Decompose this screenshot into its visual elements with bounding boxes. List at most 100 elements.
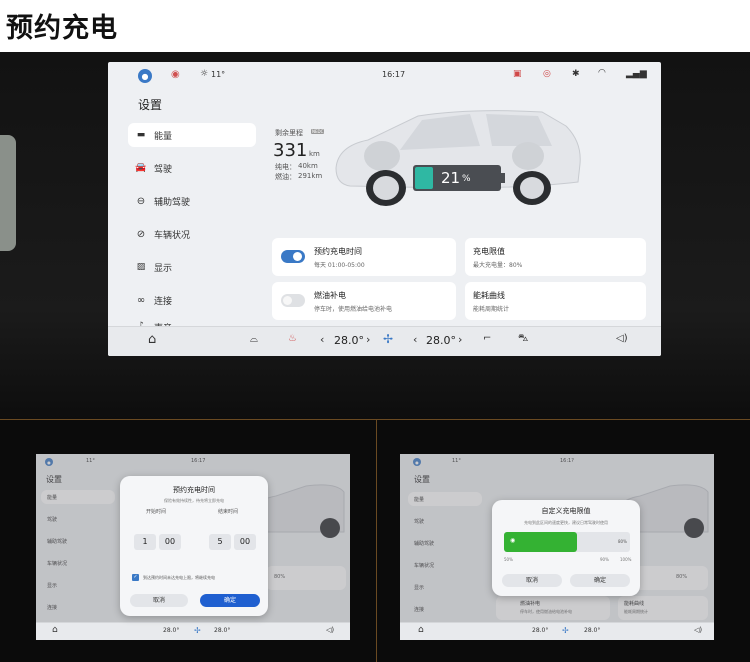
sidebar-item-energy[interactable]: ▬ 能量 (128, 123, 256, 147)
sidebar-item-display[interactable]: ▨ 显示 (128, 255, 256, 279)
card-title: 能耗曲线 (473, 291, 505, 300)
banner: 预约充电 (0, 0, 750, 52)
banner-title: 预约充电 (6, 13, 118, 44)
card-fuel-recharge[interactable]: 燃油补电 停车时，使用燃油给电池补电 (272, 282, 456, 320)
start-hour-picker[interactable]: 1 (134, 534, 156, 550)
start-minute-picker[interactable]: 00 (159, 534, 181, 550)
range-unit: km (309, 150, 320, 158)
end-time-label: 结束时间 (218, 509, 239, 515)
charge-limit-slider-icon: ◉ (510, 537, 516, 544)
vehicle-status-icon: ⊘ (136, 228, 146, 240)
end-hour-picker[interactable]: 5 (209, 534, 231, 550)
wifi-icon[interactable]: ◠ (598, 68, 606, 78)
card-title: 预约充电时间 (314, 247, 362, 256)
sidebar-item-label: 连接 (154, 296, 173, 307)
temp-left: 28.0° (163, 627, 180, 634)
home-icon[interactable]: ⌂ (52, 625, 58, 635)
divider-horizontal (0, 419, 750, 420)
temp-right: 28.0° (584, 627, 601, 634)
bluetooth-icon[interactable]: ✱ (572, 69, 580, 79)
end-minute-picker[interactable]: 00 (234, 534, 256, 550)
card-subtitle: 最大充电量：80% (473, 262, 523, 269)
right-screen: ● 11° 16:1? 设置 能量 驾驶 辅助驾驶 车辆状况 显示 连接 80%… (400, 454, 714, 640)
bottom-bar: ⌂ ✢ 28.0° 28.0° ◁) (36, 622, 350, 640)
temp-right-down[interactable]: ‹ (413, 333, 417, 346)
link-icon: ∞ (136, 294, 146, 306)
battery-percent: 21 (441, 169, 461, 187)
sidebar-item-assist[interactable]: ⊖ 辅助驾驶 (128, 189, 256, 213)
schedule-charge-dialog: 预约充电时间 保险有效持续性，待充将立即充电 开始时间 结束时间 1 00 5 … (120, 476, 268, 616)
confirm-button[interactable]: 确定 (200, 594, 260, 607)
vehicle-icon[interactable]: ⛍ (518, 333, 528, 346)
tick-50: 50% (504, 557, 513, 562)
temp-right-up[interactable]: › (458, 333, 462, 346)
charge-limit-dialog: 自定义充电限值 充电到此区间的速度更快，建议日常驾驶时使用 ◉ 80% 50% … (492, 500, 640, 596)
dialog-description: 保险有效持续性，待充将立即充电 (164, 498, 224, 503)
fan-icon[interactable]: ✢ (562, 626, 569, 635)
card-subtitle: 每天 01:00-05:00 (314, 262, 365, 269)
sidebar-item-driving[interactable]: 🚘 驾驶 (128, 156, 256, 180)
volume-icon[interactable]: ◁) (616, 333, 628, 344)
temp-left: 28.0° (532, 627, 549, 634)
card-scheduled-charge[interactable]: 预约充电时间 每天 01:00-05:00 (272, 238, 456, 276)
volume-icon[interactable]: ◁) (326, 626, 334, 634)
continue-charge-checkbox[interactable]: ✓ (132, 574, 139, 581)
sidebar-item-label: 能量 (154, 131, 173, 142)
card-charge-limit[interactable]: 充电限值 最大充电量：80% (465, 238, 646, 276)
display-icon: ▨ (136, 262, 146, 272)
home-icon[interactable]: ⌂ (148, 332, 156, 347)
cancel-button[interactable]: 取消 (502, 574, 562, 587)
signal-icon: ▂▄▆ (626, 69, 647, 79)
volume-icon[interactable]: ◁) (694, 626, 702, 634)
battery-icon: ▬ (136, 130, 146, 140)
car-icon: 🚘 (135, 163, 147, 173)
divider-vertical (376, 420, 377, 662)
seat-heat-left-icon[interactable]: ♨ (288, 333, 297, 344)
sidebar-item-connect[interactable]: ∞ 连接 (128, 288, 256, 312)
weather-sun-icon: ☼ (200, 69, 209, 79)
dialog-description: 充电到此区间的速度更快，建议日常驾驶时使用 (524, 520, 608, 525)
fuel-range-label: 燃油： (275, 173, 296, 181)
left-bezel (0, 135, 16, 251)
card-subtitle: 能耗周期统计 (473, 306, 510, 313)
fan-icon[interactable]: ✢ (383, 332, 393, 346)
sound-mute-icon[interactable]: ◎ (543, 69, 551, 79)
ev-range-value: 40km (298, 162, 318, 170)
card-subtitle: 停车时，使用燃油给电池补电 (314, 306, 393, 313)
battery-percent-unit: % (462, 174, 471, 184)
card-energy-curve[interactable]: 能耗曲线 能耗周期统计 (465, 282, 646, 320)
start-time-label: 开始时间 (146, 509, 167, 515)
fan-icon[interactable]: ✢ (194, 626, 201, 635)
avatar[interactable]: ● (138, 69, 152, 83)
status-bar: ● ◉ ☼ 11° 16:17 ▣ ◎ ✱ ◠ ▂▄▆ (108, 62, 661, 92)
tick-90: 90% (600, 557, 609, 562)
bottom-bar: ⌂ ⌓ ♨ ‹ 28.0° › ✢ ‹ 28.0° › ⌐ ⛍ ◁) (108, 326, 661, 356)
cancel-button[interactable]: 取消 (130, 594, 188, 607)
message-icon[interactable]: ◉ (171, 69, 180, 80)
tick-100: 100% (620, 557, 632, 562)
main-screen: ● ◉ ☼ 11° 16:17 ▣ ◎ ✱ ◠ ▂▄▆ 设置 ▬ 能量 🚘 驾驶… (108, 62, 661, 356)
fuel-recharge-toggle[interactable] (281, 294, 305, 307)
seat-right-icon[interactable]: ⌐ (483, 333, 491, 344)
temp-right: 28.0° (426, 334, 456, 347)
checkbox-label: 到达预约时间未达充电上限，将继续充电 (143, 575, 215, 580)
range-label: 剩余里程 (275, 129, 303, 137)
sidebar-item-label: 显示 (154, 263, 173, 274)
temp-right: 28.0° (214, 627, 231, 634)
dialog-title: 预约充电时间 (173, 486, 215, 494)
camera-icon[interactable]: ▣ (513, 69, 522, 79)
scheduled-charge-toggle[interactable] (281, 250, 305, 263)
defrost-icon[interactable]: ⌓ (250, 334, 258, 345)
sidebar-item-label: 车辆状况 (154, 230, 191, 241)
sidebar-item-label: 辅助驾驶 (154, 197, 191, 208)
sidebar-item-vehicle-status[interactable]: ⊘ 车辆状况 (128, 222, 256, 246)
home-icon[interactable]: ⌂ (418, 625, 424, 635)
slider-value: 80% (618, 539, 627, 544)
confirm-button[interactable]: 确定 (570, 574, 630, 587)
temp-left-down[interactable]: ‹ (320, 333, 324, 346)
card-title: 充电限值 (473, 247, 505, 256)
weather-temp: 11° (211, 70, 226, 79)
temp-left-up[interactable]: › (366, 333, 370, 346)
range-badge: NEDC (311, 129, 325, 134)
temp-left: 28.0° (334, 334, 364, 347)
